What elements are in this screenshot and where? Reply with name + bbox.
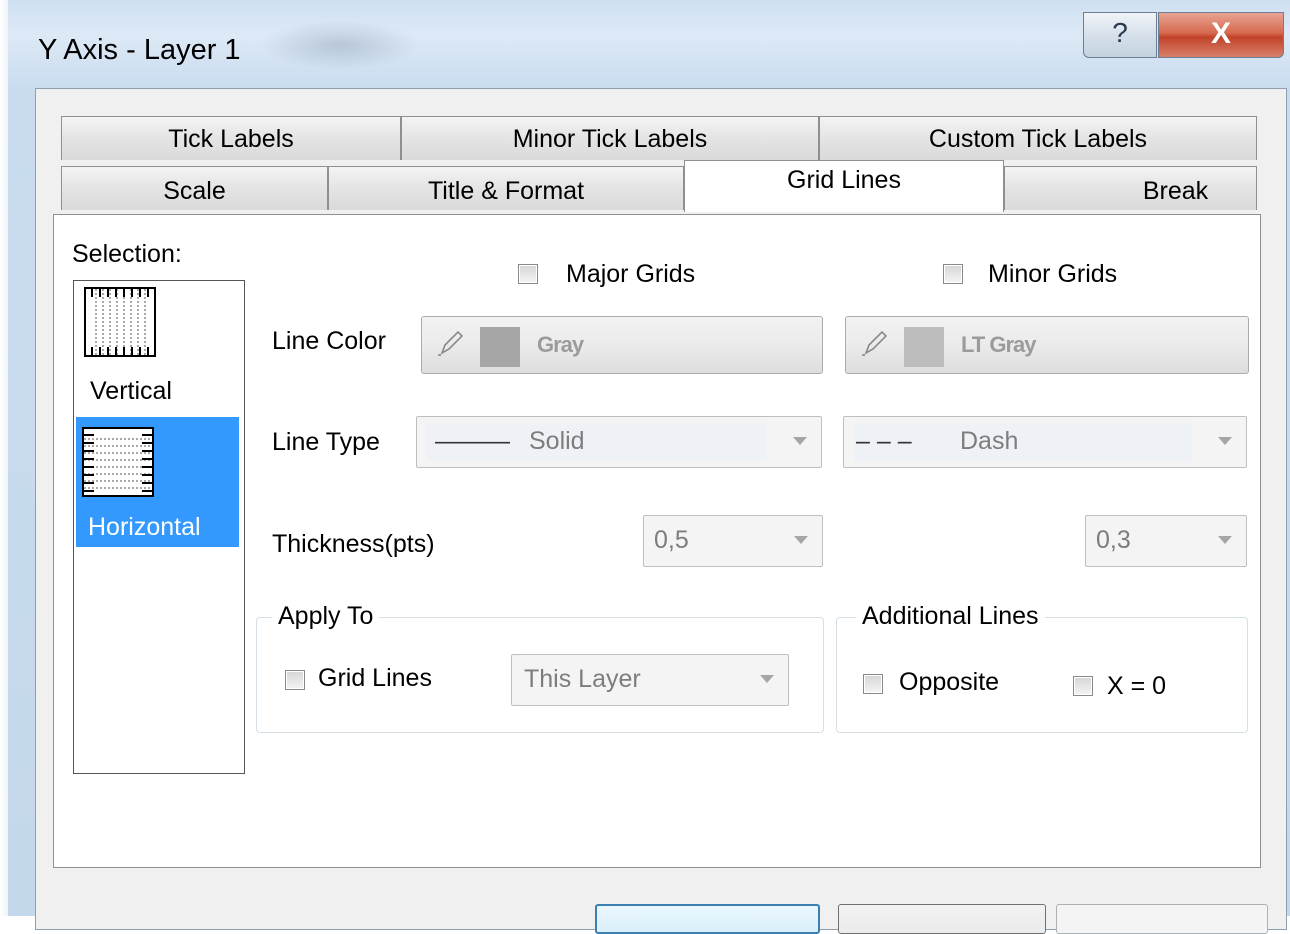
additional-lines-title: Additional Lines bbox=[856, 602, 1045, 631]
x0-label: X = 0 bbox=[1107, 672, 1167, 700]
ok-button[interactable] bbox=[595, 904, 820, 934]
line-type-value: Dash bbox=[960, 427, 1019, 455]
color-name: Gray bbox=[537, 332, 584, 357]
chevron-down-icon bbox=[760, 675, 774, 683]
apply-to-target-value: This Layer bbox=[524, 665, 641, 693]
pencil-icon bbox=[438, 330, 464, 356]
minor-grids-checkbox[interactable] bbox=[943, 264, 963, 284]
major-grids-checkbox[interactable] bbox=[518, 264, 538, 284]
minor-thickness-select[interactable]: 0,3 bbox=[1085, 515, 1247, 567]
chevron-down-icon bbox=[793, 437, 807, 445]
list-item-label: Vertical bbox=[90, 377, 172, 405]
list-item-horizontal[interactable]: Horizontal bbox=[76, 417, 239, 547]
line-type-value: Solid bbox=[529, 427, 585, 455]
page-content: Selection: Vertical Horizontal Major Gri… bbox=[0, 0, 1290, 934]
major-thickness-select[interactable]: 0,5 bbox=[643, 515, 823, 567]
minor-line-type-select[interactable]: – – – Dash bbox=[843, 416, 1247, 468]
color-swatch bbox=[904, 327, 944, 367]
chevron-down-icon bbox=[1218, 437, 1232, 445]
minor-grids-label: Minor Grids bbox=[988, 260, 1118, 288]
cancel-button[interactable] bbox=[838, 904, 1046, 934]
additional-lines-group bbox=[836, 617, 1248, 733]
thickness-label: Thickness(pts) bbox=[272, 530, 435, 558]
color-name: LT Gray bbox=[961, 332, 1037, 357]
opposite-checkbox[interactable] bbox=[863, 674, 883, 694]
grid-lines-checkbox[interactable] bbox=[285, 670, 305, 690]
line-sample: – – – bbox=[856, 427, 912, 455]
color-swatch bbox=[480, 327, 520, 367]
minor-line-color-button[interactable]: LT Gray bbox=[845, 316, 1249, 374]
thickness-value: 0,5 bbox=[654, 526, 689, 554]
chevron-down-icon bbox=[794, 536, 808, 544]
major-line-color-button[interactable]: Gray bbox=[421, 316, 823, 374]
horizontal-grid-icon bbox=[82, 427, 154, 497]
list-item-vertical[interactable]: Vertical bbox=[76, 281, 239, 411]
list-item-label: Horizontal bbox=[88, 513, 201, 541]
line-type-label: Line Type bbox=[272, 428, 380, 456]
chevron-down-icon bbox=[1218, 536, 1232, 544]
major-grids-label: Major Grids bbox=[566, 260, 696, 288]
line-color-label: Line Color bbox=[272, 327, 386, 355]
selection-label: Selection: bbox=[72, 240, 182, 268]
apply-to-title: Apply To bbox=[272, 602, 380, 631]
grid-lines-checkbox-label: Grid Lines bbox=[318, 664, 432, 692]
line-sample: ——— bbox=[435, 427, 510, 455]
vertical-grid-icon bbox=[84, 287, 156, 357]
selection-listbox[interactable]: Vertical Horizontal bbox=[73, 280, 245, 774]
thickness-value: 0,3 bbox=[1096, 526, 1131, 554]
dialog-window: Y Axis - Layer 1 ? X Tick Labels Minor T… bbox=[0, 0, 1290, 934]
apply-button[interactable] bbox=[1056, 904, 1268, 934]
x0-checkbox[interactable] bbox=[1073, 676, 1093, 696]
opposite-label: Opposite bbox=[899, 668, 1000, 696]
major-line-type-select[interactable]: ——— Solid bbox=[416, 416, 822, 468]
pencil-icon bbox=[862, 330, 888, 356]
apply-to-target-select[interactable]: This Layer bbox=[511, 654, 789, 706]
